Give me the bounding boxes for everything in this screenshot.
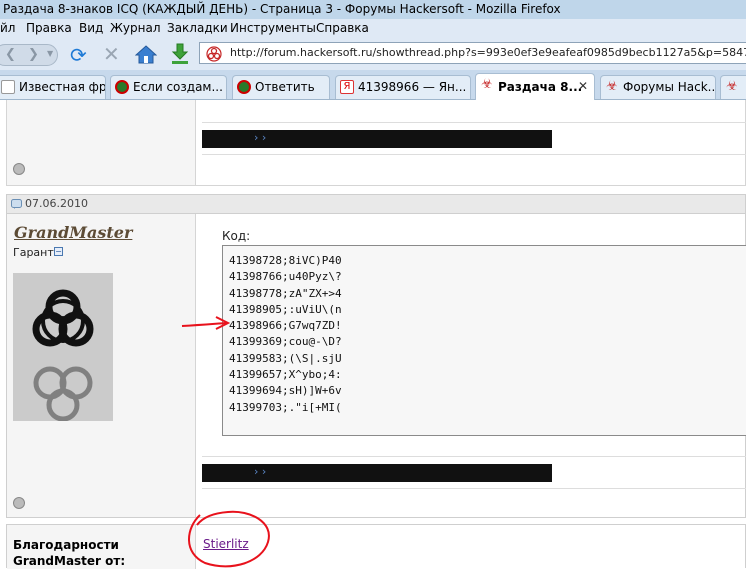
annotation-circle	[188, 510, 270, 568]
annotation-layer	[181, 316, 270, 568]
annotation-arrow	[181, 316, 231, 330]
